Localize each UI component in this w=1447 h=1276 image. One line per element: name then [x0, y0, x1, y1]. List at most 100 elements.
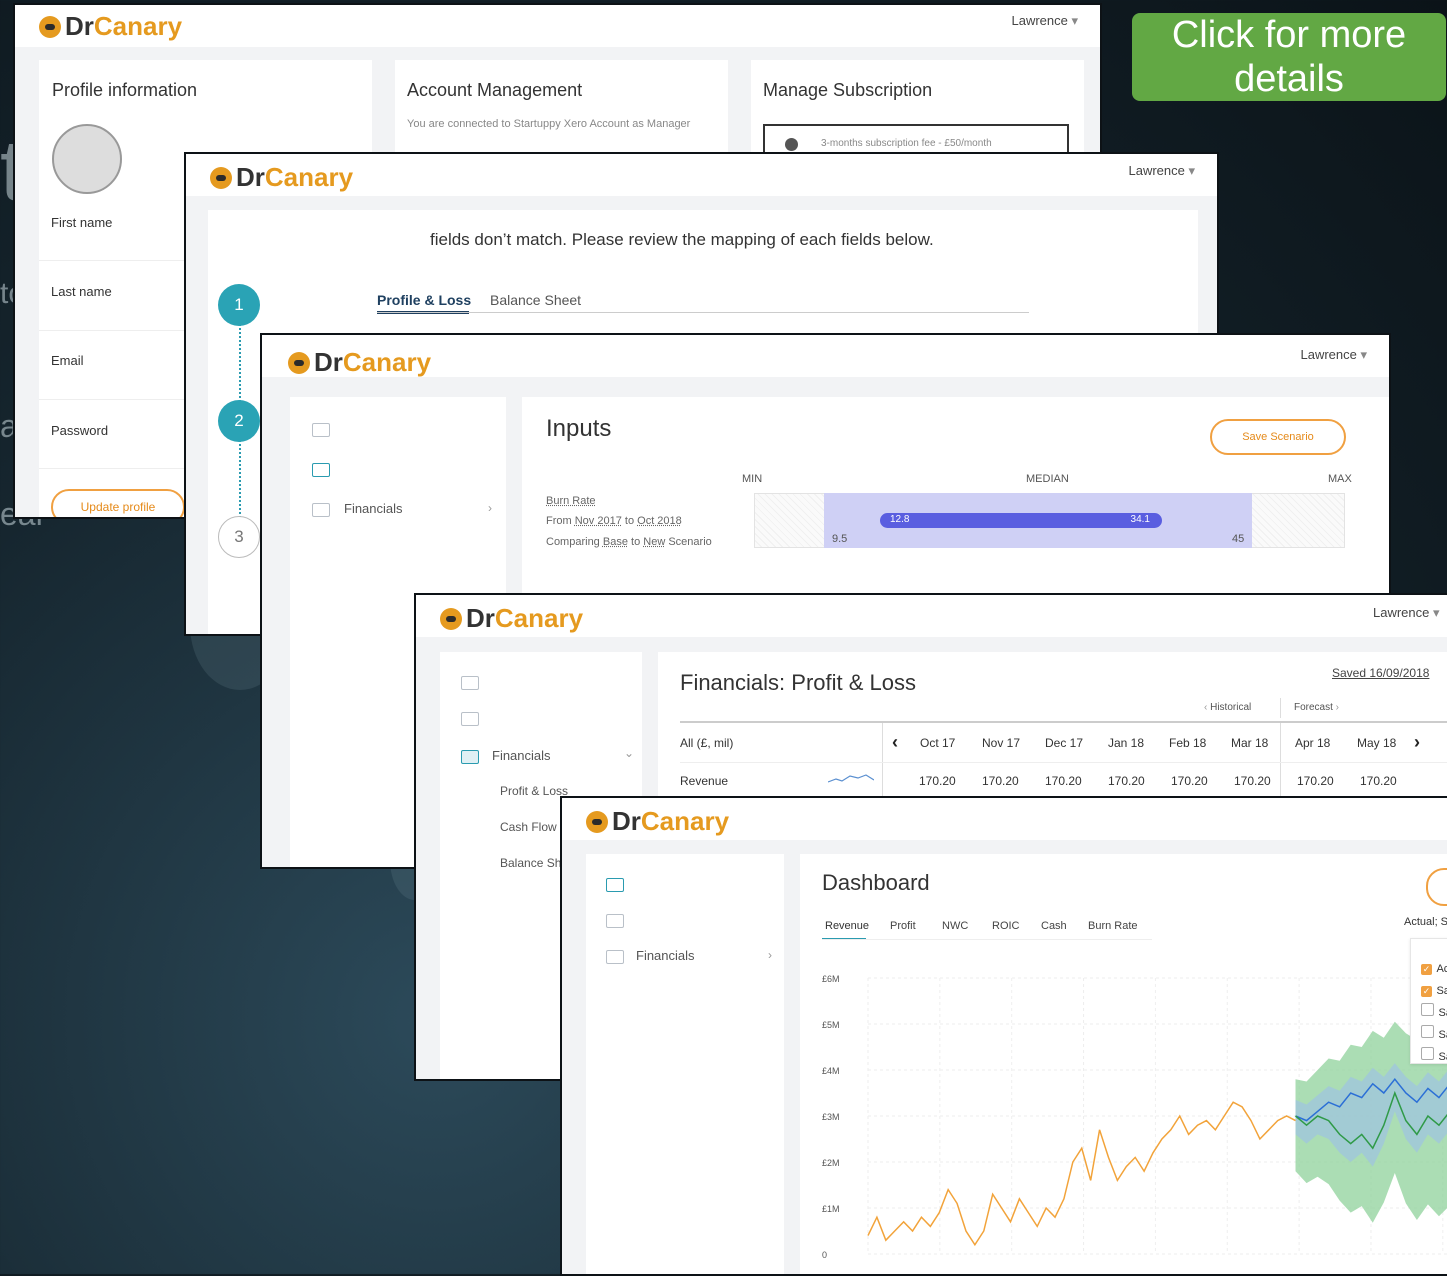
checkbox-icon[interactable]: [1421, 1047, 1434, 1060]
table-icon[interactable]: [312, 503, 330, 517]
y-tick-label: £2M: [822, 1158, 840, 1168]
tab-profit-loss[interactable]: Profile & Loss: [377, 292, 471, 308]
new-scenario[interactable]: New: [643, 536, 665, 548]
sidebar-item-financials[interactable]: Financials: [636, 948, 695, 963]
brand-logo[interactable]: Dr Canary: [288, 347, 431, 378]
y-tick-label: £4M: [822, 1066, 840, 1076]
from-date[interactable]: Nov 2017: [575, 515, 622, 527]
column-divider: [882, 723, 883, 803]
historical-nav[interactable]: ‹ Historical: [1204, 702, 1251, 713]
checkbox-checked-icon[interactable]: ✓: [1421, 964, 1432, 975]
month-header: Jan 18: [1108, 736, 1145, 750]
avatar[interactable]: [52, 124, 122, 194]
month-header: Dec 17: [1045, 736, 1084, 750]
legend-item[interactable]: ✓ Sa: [1421, 981, 1447, 999]
brand-logo[interactable]: Dr Canary: [210, 162, 353, 193]
sidebar-subitem-profit-loss[interactable]: Profit & Loss: [500, 784, 568, 798]
user-menu[interactable]: Lawrence: [1300, 347, 1367, 363]
checkbox-icon[interactable]: [1421, 1003, 1434, 1016]
legend-item-label: Sa: [1438, 1007, 1447, 1019]
step-3[interactable]: 3: [218, 516, 260, 558]
series-line-actual: [867, 1101, 1296, 1247]
tab-balance-sheet[interactable]: Balance Sheet: [490, 292, 581, 308]
cta-label: Click for more details: [1171, 14, 1407, 100]
brand-logo[interactable]: Dr Canary: [39, 11, 182, 42]
month-header: Apr 18: [1295, 736, 1331, 750]
prev-months-icon[interactable]: ‹: [892, 732, 898, 753]
y-tick-label: £3M: [822, 1112, 840, 1122]
tabs-divider: [377, 312, 1029, 313]
revenue-chart[interactable]: £6M£5M£4M£3M£2M£1M0JAN 16JUN 16DEC 16JUN…: [800, 936, 1447, 1276]
logo-canary: Canary: [342, 347, 432, 377]
account-connection-text: You are connected to Startuppy Xero Acco…: [407, 118, 691, 130]
top-right-button[interactable]: [1426, 868, 1447, 906]
user-menu[interactable]: Lawrence: [1128, 163, 1195, 179]
logo-dr: Dr: [65, 11, 94, 41]
scale-median-label: MEDIAN: [1026, 473, 1069, 485]
checkbox-checked-icon[interactable]: ✓: [1421, 986, 1432, 997]
step-2[interactable]: 2: [218, 400, 260, 442]
canary-logo-icon: [210, 166, 232, 189]
row-label-revenue[interactable]: Revenue: [680, 774, 728, 788]
legend-item[interactable]: ✓ Ac: [1421, 959, 1447, 977]
user-menu[interactable]: Lawrence: [1011, 13, 1078, 29]
brand-logo[interactable]: Dr Canary: [586, 806, 729, 837]
checkbox-icon[interactable]: [1421, 1025, 1434, 1038]
card-title: Manage Subscription: [763, 80, 933, 100]
sidebar-item-financials[interactable]: Financials: [492, 748, 551, 763]
mapping-message: fields don’t match. Please review the ma…: [430, 230, 934, 249]
to-date[interactable]: Oct 2018: [637, 515, 682, 527]
save-scenario-button[interactable]: Save Scenario: [1210, 419, 1346, 455]
legend-item[interactable]: Sa: [1421, 1047, 1447, 1065]
saved-status[interactable]: Saved 16/09/2018: [1332, 666, 1429, 680]
sidebar-item-financials[interactable]: Financials: [344, 501, 403, 516]
tab-profit[interactable]: Profit: [890, 920, 916, 932]
chart-line-icon[interactable]: [461, 676, 479, 690]
sidebar-subitem-balance-sheet[interactable]: Balance Sh: [500, 856, 561, 870]
subscription-option-label: 3-months subscription fee - £50/month: [821, 138, 992, 149]
brand-logo[interactable]: Dr Canary: [440, 603, 583, 634]
scale-max-label: MAX: [1328, 473, 1352, 485]
scale-min-label: MIN: [742, 473, 763, 485]
forecast-nav[interactable]: Forecast ›: [1294, 702, 1339, 713]
historical-label: Historical: [1210, 702, 1252, 713]
range-inner[interactable]: 12.8 34.1: [880, 513, 1162, 528]
next-months-icon[interactable]: ›: [1414, 732, 1420, 753]
revenue-cell: 170.20: [982, 774, 1019, 788]
base-scenario[interactable]: Base: [603, 536, 628, 548]
tab-cash[interactable]: Cash: [1041, 920, 1067, 932]
canary-logo-icon: [288, 351, 310, 374]
tab-nwc[interactable]: NWC: [942, 920, 968, 932]
chart-line-icon[interactable]: [312, 423, 330, 437]
sidebar-subitem-cash-flow[interactable]: Cash Flow: [500, 820, 557, 834]
sliders-icon[interactable]: [461, 712, 479, 726]
click-for-more-details-button[interactable]: Click for more details: [1132, 13, 1446, 101]
first-name-label: First name: [51, 215, 113, 230]
tab-burn-rate[interactable]: Burn Rate: [1088, 920, 1138, 932]
legend-item-label: Sa: [1436, 985, 1447, 997]
revenue-cell: 170.20: [1234, 774, 1271, 788]
step-1[interactable]: 1: [218, 284, 260, 326]
tab-revenue[interactable]: Revenue: [825, 920, 869, 932]
radio-selected-icon[interactable]: [785, 138, 798, 151]
last-name-label: Last name: [51, 284, 112, 299]
update-profile-button[interactable]: Update profile: [51, 489, 185, 517]
legend-item-label: Ac: [1436, 963, 1447, 975]
dashboard-card: Dashboard Revenue Profit NWC ROIC Cash B…: [800, 854, 1447, 1276]
sliders-icon[interactable]: [606, 914, 624, 928]
table-icon[interactable]: [606, 950, 624, 964]
month-header: Oct 17: [920, 736, 956, 750]
tab-roic[interactable]: ROIC: [992, 920, 1020, 932]
chart-line-icon[interactable]: [606, 878, 624, 892]
date-range-text: From Nov 2017 to Oct 2018: [546, 515, 682, 527]
table-icon[interactable]: [461, 750, 479, 764]
sliders-icon[interactable]: [312, 463, 330, 477]
legend-item[interactable]: Sa: [1421, 1003, 1447, 1021]
to-text: to: [624, 515, 635, 527]
user-menu[interactable]: Lawrence: [1373, 605, 1440, 621]
from-text: From: [546, 515, 572, 527]
range-low-value: 9.5: [832, 533, 848, 545]
row-divider: [680, 762, 1447, 763]
legend-item[interactable]: Sa: [1421, 1025, 1447, 1043]
burn-rate-label: Burn Rate: [546, 495, 596, 507]
